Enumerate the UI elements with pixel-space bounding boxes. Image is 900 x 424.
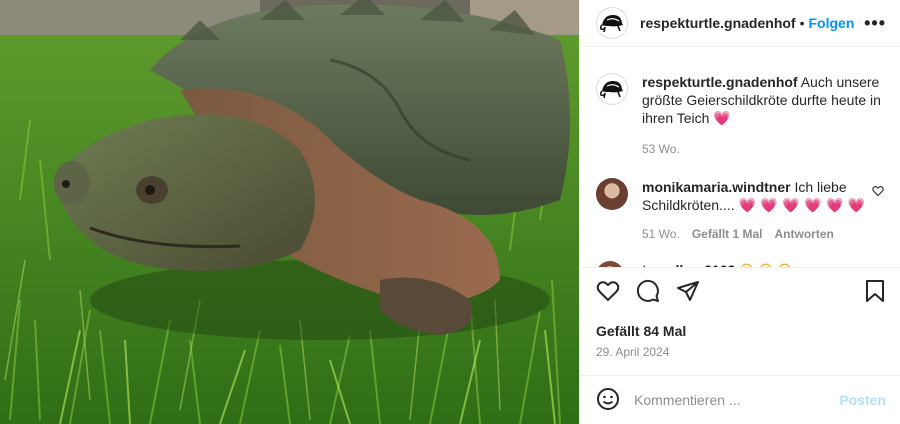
comment-list[interactable]: respekturtle.gnadenhof Auch unsere größt… bbox=[580, 47, 900, 267]
comment-avatar[interactable] bbox=[596, 178, 628, 210]
comment-composer: Kommentieren ... Posten bbox=[580, 375, 900, 424]
comment-meta: 51 Wo. Gefällt 1 Mal Antworten bbox=[642, 225, 872, 243]
likes-count[interactable]: Gefällt 84 Mal bbox=[580, 323, 900, 339]
comment-item: traveller_2103 😊 😊 😊 bbox=[596, 261, 884, 267]
caption-username[interactable]: respekturtle.gnadenhof bbox=[642, 74, 798, 90]
comment-emoji: 😊 😊 😊 bbox=[739, 263, 792, 267]
comment-emoji: 💗 💗 💗 💗 💗 💗 bbox=[738, 198, 866, 214]
caption-avatar[interactable] bbox=[596, 73, 628, 105]
comment-body: monikamaria.windtner Ich liebe Schildkrö… bbox=[642, 178, 872, 243]
comment-likes[interactable]: Gefällt 1 Mal bbox=[692, 225, 763, 243]
more-options-icon[interactable]: ••• bbox=[864, 13, 886, 34]
caption-body: respekturtle.gnadenhof Auch unsere größt… bbox=[642, 73, 884, 158]
comment-input[interactable]: Kommentieren ... bbox=[634, 392, 741, 408]
comment-avatar[interactable] bbox=[596, 261, 624, 267]
comment-item: monikamaria.windtner Ich liebe Schildkrö… bbox=[596, 178, 884, 243]
turtle-logo-icon bbox=[599, 15, 623, 33]
like-comment-heart-icon[interactable] bbox=[872, 261, 884, 267]
comment-username[interactable]: traveller_2103 bbox=[642, 262, 735, 267]
separator-dot: • bbox=[799, 15, 805, 31]
action-bar bbox=[580, 267, 900, 317]
avatar[interactable] bbox=[596, 7, 628, 39]
comment-username[interactable]: monikamaria.windtner bbox=[642, 179, 791, 195]
post-sidebar: respekturtle.gnadenhof • Folgen ••• resp… bbox=[579, 0, 900, 424]
post-image[interactable] bbox=[0, 0, 579, 424]
comment-time[interactable]: 51 Wo. bbox=[642, 225, 680, 243]
instagram-post: respekturtle.gnadenhof • Folgen ••• resp… bbox=[0, 0, 900, 424]
post-comment-button[interactable]: Posten bbox=[839, 392, 886, 408]
header-username[interactable]: respekturtle.gnadenhof bbox=[640, 15, 796, 31]
post-header: respekturtle.gnadenhof • Folgen ••• bbox=[580, 0, 900, 47]
comment-body: traveller_2103 😊 😊 😊 bbox=[642, 261, 792, 267]
caption-emoji: 💗 bbox=[713, 111, 731, 127]
caption-meta: 53 Wo. bbox=[642, 140, 884, 158]
like-heart-icon[interactable] bbox=[596, 279, 620, 306]
save-bookmark-icon[interactable] bbox=[864, 279, 886, 306]
emoji-smiley-icon[interactable] bbox=[596, 387, 620, 414]
reply-button[interactable]: Antworten bbox=[775, 225, 834, 243]
like-comment-heart-icon[interactable] bbox=[872, 178, 884, 200]
follow-button[interactable]: Folgen bbox=[809, 15, 855, 31]
comment-bubble-icon[interactable] bbox=[636, 279, 660, 306]
caption-time[interactable]: 53 Wo. bbox=[642, 140, 680, 158]
turtle-photo bbox=[0, 0, 579, 424]
caption: respekturtle.gnadenhof Auch unsere größt… bbox=[596, 73, 884, 158]
post-date[interactable]: 29. April 2024 bbox=[580, 345, 900, 359]
turtle-logo-icon bbox=[599, 81, 623, 99]
share-paper-plane-icon[interactable] bbox=[676, 279, 700, 306]
